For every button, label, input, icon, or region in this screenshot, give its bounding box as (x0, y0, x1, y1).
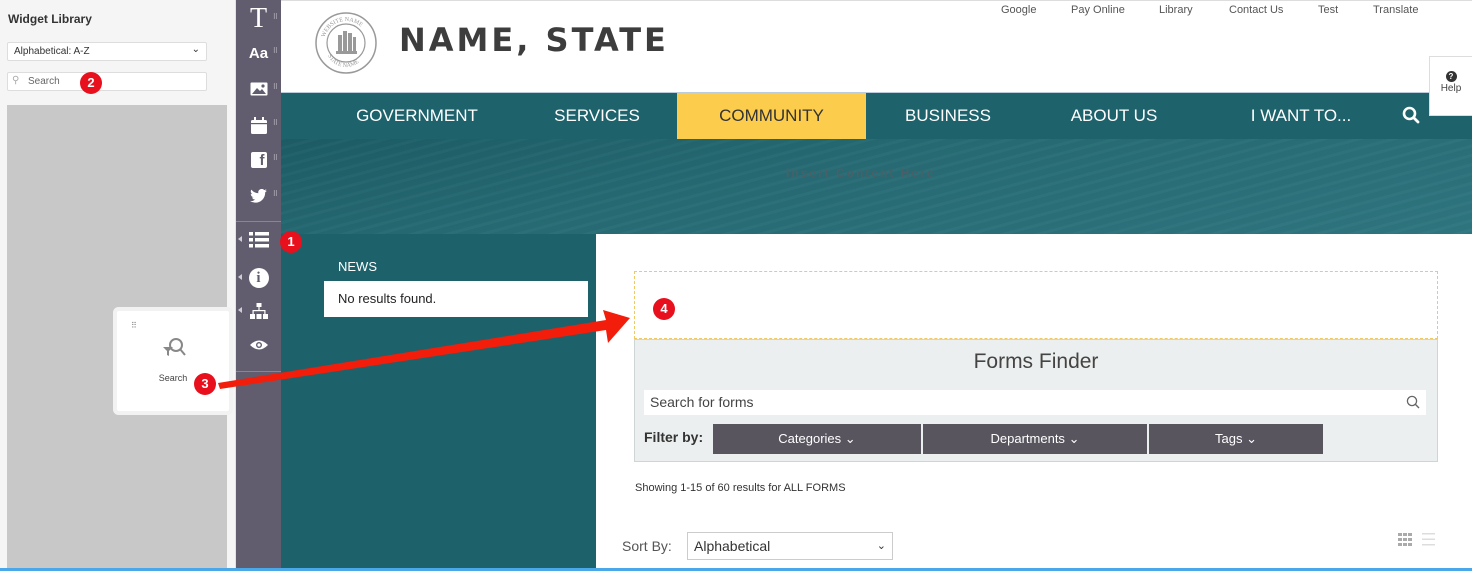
nav-item-about-us[interactable]: ABOUT US (1049, 93, 1179, 140)
annotation-badge-1: 1 (280, 231, 302, 253)
sort-by-label: Sort By: (622, 538, 672, 554)
info-icon: i (248, 268, 269, 288)
filter-tags-button[interactable]: Tags ⌄ (1149, 424, 1323, 454)
search-icon[interactable] (1402, 106, 1420, 124)
news-heading: NEWS (338, 259, 377, 274)
annotation-badge-3: 3 (194, 373, 216, 395)
grid-view-icon[interactable] (1398, 533, 1413, 546)
drag-handle-icon[interactable]: ⠿ (131, 321, 137, 330)
rail-list-tool[interactable] (236, 225, 281, 255)
expand-left-icon (238, 274, 242, 280)
widget-sort-select[interactable]: Alphabetical: A-Z ⌄ (7, 42, 207, 61)
chevron-down-icon: ⌄ (1246, 431, 1257, 446)
forms-search-input[interactable]: Search for forms (644, 390, 1426, 415)
widget-search-placeholder: Search (28, 76, 60, 87)
drag-handle-icon: ⠿ (272, 191, 278, 198)
forms-search-placeholder: Search for forms (650, 394, 754, 410)
eye-icon (249, 340, 268, 350)
hero-placeholder-text: Insert Content Here (786, 166, 936, 180)
chevron-down-icon: ⌄ (844, 431, 856, 446)
utility-link-translate[interactable]: Translate (1373, 4, 1418, 16)
widget-sort-value: Alphabetical: A-Z (14, 46, 90, 57)
text-icon: T (249, 3, 268, 34)
image-icon (250, 82, 267, 96)
filter-tags-label: Tags (1215, 431, 1243, 446)
nav-item-services[interactable]: SERVICES (537, 93, 657, 140)
website-canvas: WEBSITE NAME STATE NAME NAME, STATE Goog… (281, 0, 1472, 571)
filter-departments-button[interactable]: Departments ⌄ (923, 424, 1147, 454)
results-summary: Showing 1-15 of 60 results for ALL FORMS (635, 482, 846, 494)
tool-rail: T ⠿ Aa ⠿ ⠿ ⠿ f ⠿ ⠿ i (236, 0, 281, 571)
news-empty-message: No results found. (324, 281, 588, 317)
sitemap-icon (249, 303, 268, 319)
rail-preview-tool[interactable] (236, 330, 281, 360)
annotation-badge-4: 4 (653, 298, 675, 320)
search-filter-icon (163, 338, 186, 356)
chevron-down-icon: ⌄ (1068, 431, 1080, 446)
utility-link-contact-us[interactable]: Contact Us (1229, 4, 1283, 16)
widget-library-title: Widget Library (8, 12, 92, 26)
drag-handle-icon: ⠿ (272, 48, 278, 55)
list-view-icon[interactable] (1422, 533, 1435, 546)
drag-handle-icon: ⠿ (272, 14, 278, 21)
site-seal-logo[interactable]: WEBSITE NAME STATE NAME (314, 11, 378, 75)
dragged-search-widget[interactable]: ⠿ Search (117, 311, 229, 411)
sort-by-value: Alphabetical (694, 538, 771, 554)
hero-banner: Insert Content Here (281, 139, 1472, 234)
list-icon (248, 232, 269, 248)
cms-editor: Widget Library Alphabetical: A-Z ⌄ ⚲ Sea… (0, 0, 1472, 571)
widget-search-input[interactable]: ⚲ Search (7, 72, 207, 91)
help-label: Help (1440, 83, 1462, 94)
nav-item-government[interactable]: GOVERNMENT (327, 93, 507, 140)
help-icon: ? (1445, 71, 1457, 82)
drag-handle-icon: ⠿ (272, 84, 278, 91)
help-button[interactable]: ? Help (1429, 56, 1472, 116)
rail-divider (236, 221, 281, 222)
filter-by-label: Filter by: (644, 429, 704, 445)
filter-categories-label: Categories (778, 431, 842, 446)
rail-twitter-tool[interactable]: ⠿ (236, 181, 281, 211)
search-icon: ⚲ (12, 75, 20, 86)
utility-link-google[interactable]: Google (1001, 4, 1036, 16)
forms-finder-title: Forms Finder (973, 350, 1099, 373)
filter-departments-label: Departments (990, 431, 1065, 446)
rail-sitemap-tool[interactable] (236, 296, 281, 326)
rail-font-tool[interactable]: Aa ⠿ (236, 38, 281, 68)
widget-drop-zone[interactable] (634, 271, 1438, 339)
widget-library-panel: Widget Library Alphabetical: A-Z ⌄ ⚲ Sea… (0, 0, 236, 571)
calendar-icon (250, 116, 267, 134)
chevron-down-icon: ⌄ (191, 44, 200, 55)
expand-left-icon (238, 307, 242, 313)
chevron-down-icon: ⌄ (876, 540, 886, 552)
rail-text-tool[interactable]: T ⠿ (236, 3, 281, 34)
nav-item-i-want-to[interactable]: I WANT TO... (1226, 93, 1376, 140)
nav-item-business[interactable]: BUSINESS (888, 93, 1008, 140)
sort-by-select[interactable]: Alphabetical ⌄ (687, 532, 893, 560)
twitter-icon (250, 189, 267, 203)
forms-finder: Forms Finder Search for forms Filter by:… (634, 339, 1438, 462)
main-nav: GOVERNMENT SERVICES COMMUNITY BUSINESS A… (281, 92, 1472, 140)
utility-link-library[interactable]: Library (1159, 4, 1193, 16)
expand-left-icon (238, 236, 242, 242)
news-sidebar: NEWS No results found. (281, 234, 596, 571)
rail-calendar-tool[interactable]: ⠿ (236, 110, 281, 140)
annotation-badge-2: 2 (80, 72, 102, 94)
facebook-icon: f (250, 152, 267, 169)
rail-facebook-tool[interactable]: f ⠿ (236, 145, 281, 175)
utility-link-test[interactable]: Test (1318, 4, 1338, 16)
utility-link-pay-online[interactable]: Pay Online (1071, 4, 1125, 16)
search-icon[interactable] (1406, 395, 1420, 409)
main-content: Forms Finder Search for forms Filter by:… (596, 234, 1472, 571)
filter-categories-button[interactable]: Categories ⌄ (713, 424, 921, 454)
font-style-icon: Aa (248, 44, 269, 62)
rail-image-tool[interactable]: ⠿ (236, 74, 281, 104)
drag-handle-icon: ⠿ (272, 120, 278, 127)
rail-divider (236, 371, 281, 372)
nav-item-community[interactable]: COMMUNITY (677, 93, 866, 140)
rail-info-tool[interactable]: i (236, 263, 281, 293)
site-title[interactable]: NAME, STATE (399, 21, 669, 59)
drag-handle-icon: ⠿ (272, 155, 278, 162)
